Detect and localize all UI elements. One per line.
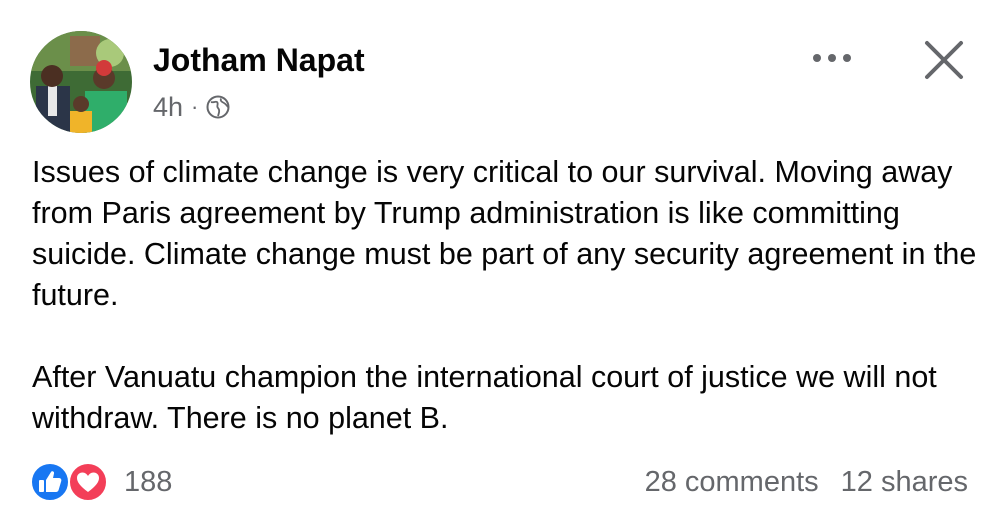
love-icon <box>68 462 108 502</box>
reaction-icons <box>30 462 110 502</box>
post-meta: 4h · <box>153 90 230 124</box>
post-timestamp[interactable]: 4h <box>153 92 183 123</box>
post-paragraph: After Vanuatu champion the international… <box>32 360 937 435</box>
avatar-photo <box>30 31 132 133</box>
post-body: Issues of climate change is very critica… <box>32 152 982 439</box>
shares-count[interactable]: 12 shares <box>841 466 968 499</box>
reaction-count: 188 <box>124 465 173 498</box>
facebook-post: Jotham Napat 4h · Issues of climate chan… <box>0 0 1000 521</box>
comments-count[interactable]: 28 comments <box>645 466 819 499</box>
author-name[interactable]: Jotham Napat <box>153 42 365 79</box>
like-icon <box>30 462 70 502</box>
meta-separator: · <box>191 94 199 119</box>
more-horizontal-icon <box>813 54 851 62</box>
post-paragraph: Issues of climate change is very critica… <box>32 155 977 312</box>
more-options-button[interactable] <box>808 40 856 76</box>
reactions-summary[interactable]: 188 <box>30 462 172 502</box>
avatar[interactable] <box>30 31 132 133</box>
post-stats: 28 comments 12 shares <box>645 462 968 502</box>
close-button[interactable] <box>920 36 968 84</box>
close-icon <box>925 41 963 79</box>
globe-icon <box>206 95 230 119</box>
